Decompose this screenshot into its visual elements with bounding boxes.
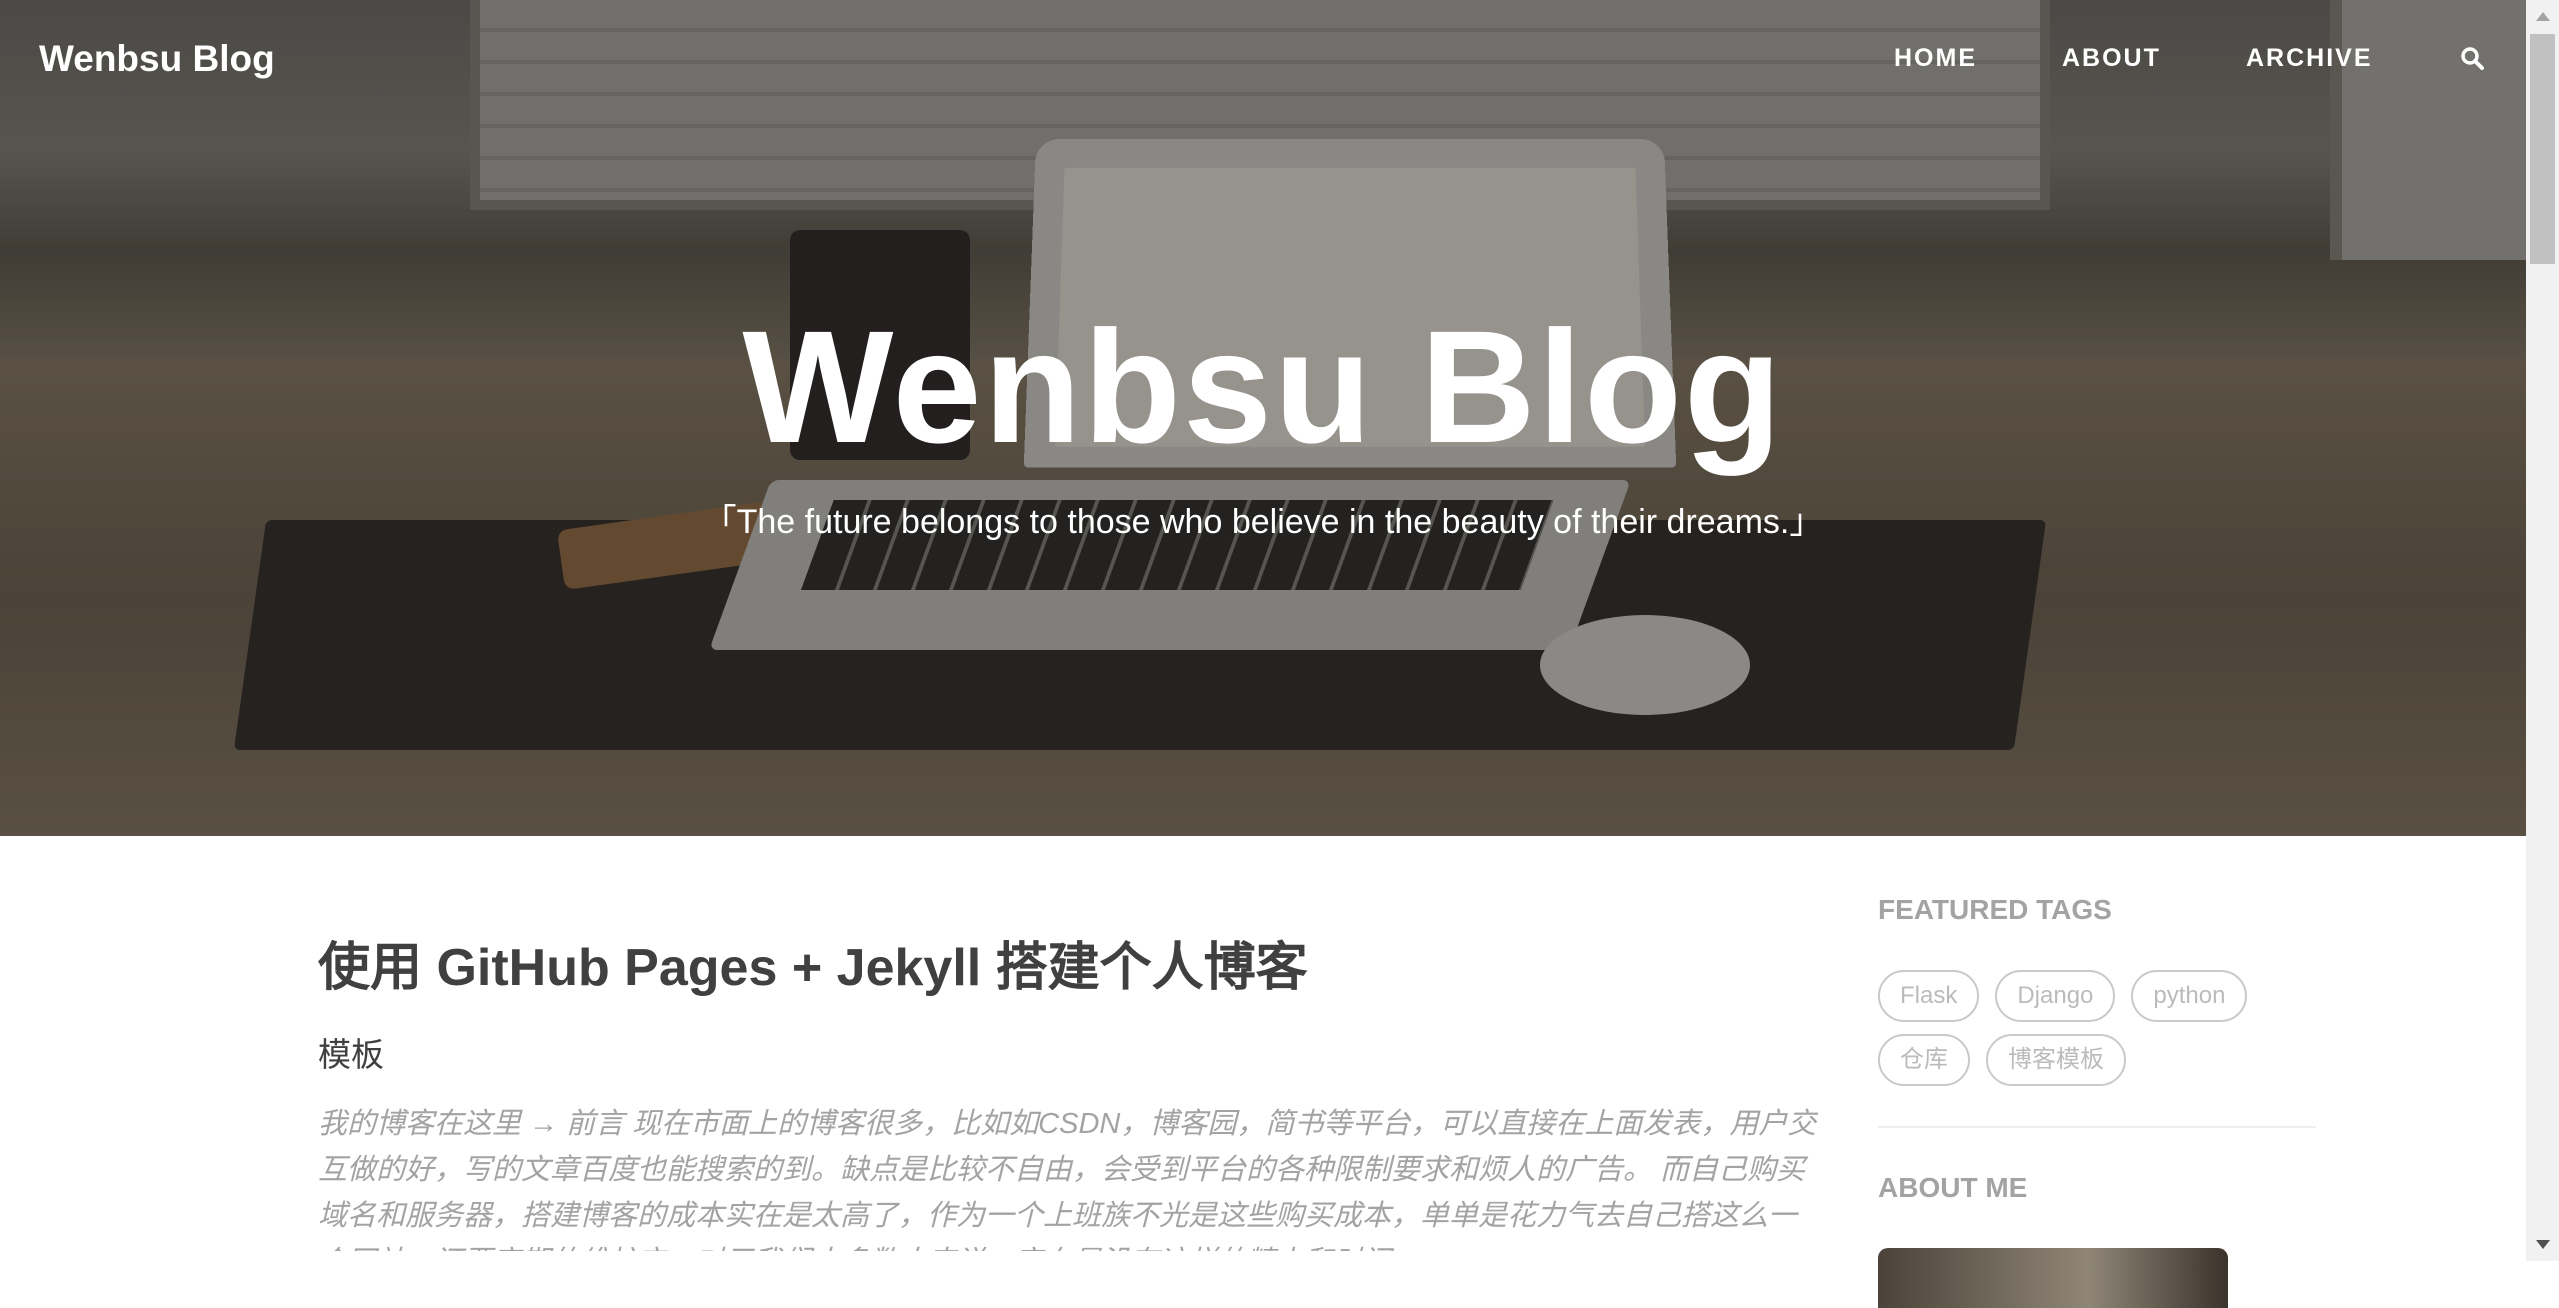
tag-flask[interactable]: Flask	[1878, 970, 1980, 1022]
hero-subtitle: 「The future belongs to those who believe…	[702, 503, 1824, 541]
hero-header: Wenbsu Blog 「The future belongs to those…	[0, 0, 2526, 836]
post-title-link[interactable]: 使用 GitHub Pages + Jekyll 搭建个人博客	[318, 930, 1818, 1006]
post-preview: 使用 GitHub Pages + Jekyll 搭建个人博客 模板 我的博客在…	[318, 930, 1818, 1251]
brand-link[interactable]: Wenbsu Blog	[39, 38, 275, 80]
divider	[1878, 1126, 2316, 1128]
nav-about[interactable]: ABOUT	[2062, 44, 2161, 73]
about-me-heading: ABOUT ME	[1878, 1172, 2028, 1203]
post-subtitle: 模板	[318, 1036, 384, 1073]
scroll-down-arrow-icon[interactable]	[2536, 1240, 2550, 1249]
featured-tags-heading: FEATURED TAGS	[1878, 894, 2112, 925]
hero-title: Wenbsu Blog	[742, 297, 1784, 476]
tag-django[interactable]: Django	[1995, 970, 2116, 1022]
top-navbar: Wenbsu Blog HOME ABOUT ARCHIVE	[0, 0, 2526, 120]
tag-blog-template[interactable]: 博客模板	[1986, 1034, 2126, 1086]
scroll-up-arrow-icon[interactable]	[2536, 12, 2550, 21]
vertical-scrollbar[interactable]	[2526, 0, 2559, 1261]
scrollbar-thumb[interactable]	[2530, 34, 2555, 264]
tag-python[interactable]: python	[2131, 970, 2248, 1022]
nav-home[interactable]: HOME	[1894, 44, 1977, 73]
tag-repository[interactable]: 仓库	[1878, 1034, 1970, 1086]
sidebar: FEATURED TAGS Flask Django python 仓库 博客模…	[1878, 890, 2316, 1308]
about-me-image	[1878, 1248, 2228, 1308]
tag-list: Flask Django python 仓库 博客模板	[1878, 970, 2316, 1086]
nav-archive[interactable]: ARCHIVE	[2246, 44, 2373, 73]
post-excerpt: 我的博客在这里 → 前言 现在市面上的博客很多，比如如CSDN，博客园，简书等平…	[318, 1108, 1817, 1251]
search-icon[interactable]	[2460, 46, 2484, 70]
